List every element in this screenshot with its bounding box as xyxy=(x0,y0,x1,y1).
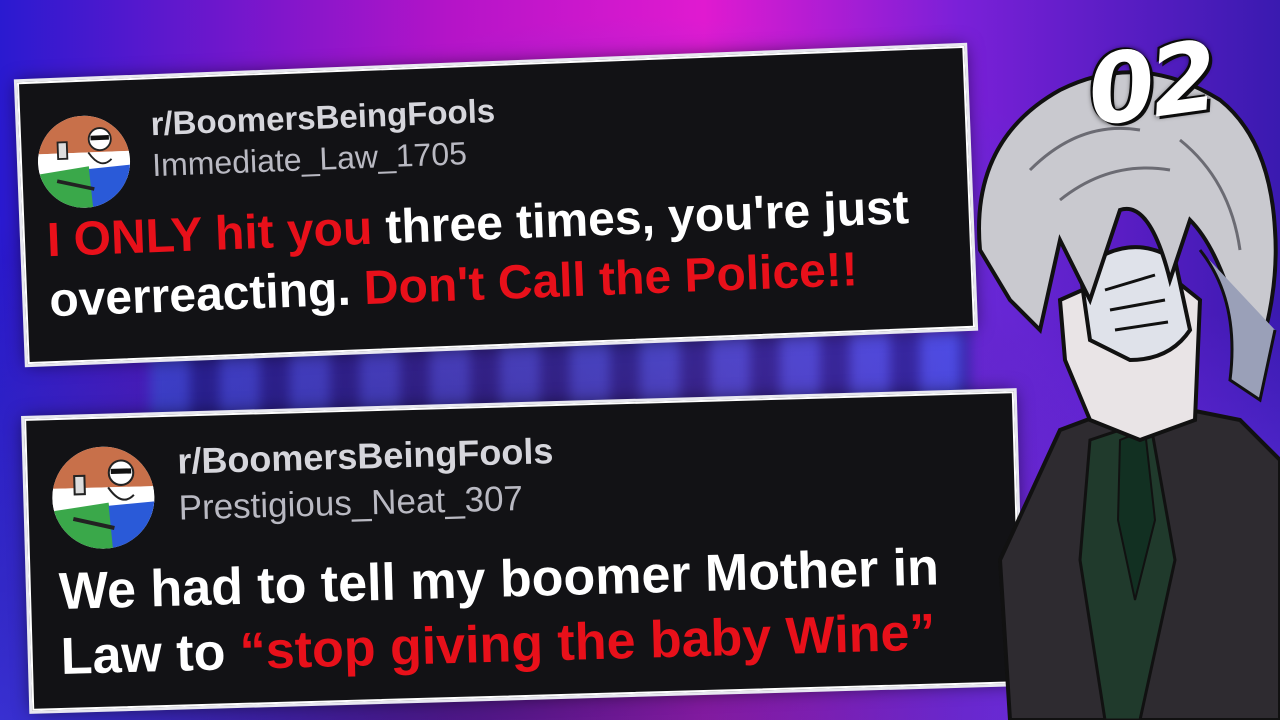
subreddit-avatar-icon xyxy=(36,114,132,210)
post-text-highlight: Don't Call the Police!! xyxy=(362,243,859,316)
post-card-2: r/BoomersBeingFools Prestigious_Neat_307… xyxy=(24,391,1022,711)
subreddit-avatar-icon xyxy=(50,445,156,551)
post-text-highlight: I ONLY hit you xyxy=(46,201,387,268)
subreddit-name[interactable]: r/BoomersBeingFools xyxy=(177,430,554,482)
episode-number: 02 xyxy=(1080,19,1221,149)
post-text: We had to tell my boomer Mother in Law t… xyxy=(58,533,1011,689)
post-text-highlight: “stop giving the baby Wine” xyxy=(239,603,937,681)
post-card-1: r/BoomersBeingFools Immediate_Law_1705 I… xyxy=(16,45,976,365)
post-text: I ONLY hit you three times, you're just … xyxy=(46,176,960,331)
username[interactable]: Prestigious_Neat_307 xyxy=(178,479,523,529)
username[interactable]: Immediate_Law_1705 xyxy=(152,135,468,184)
